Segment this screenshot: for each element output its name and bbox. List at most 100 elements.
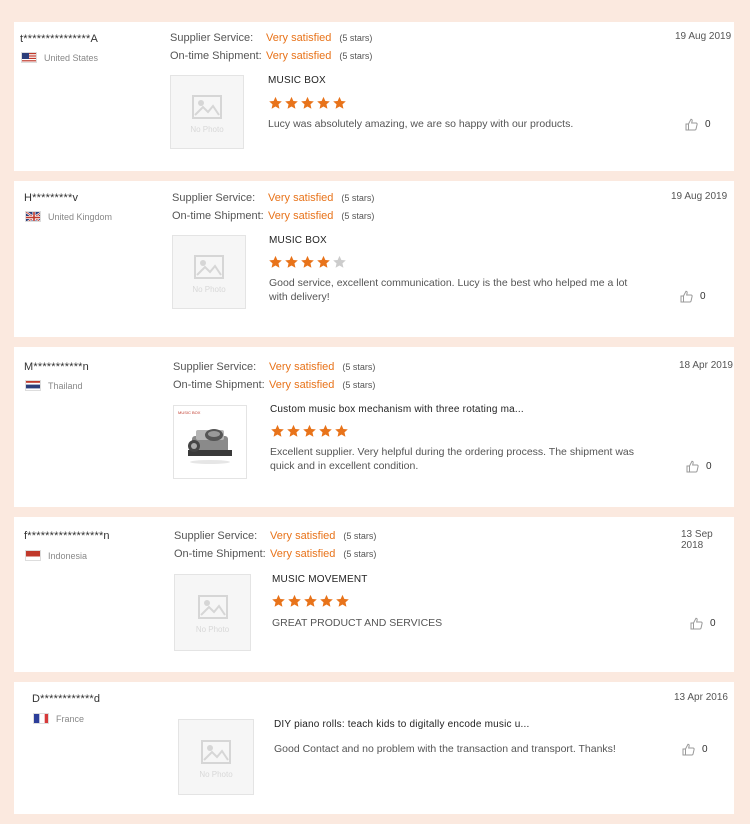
star-filled-icon [271, 424, 284, 437]
product-title[interactable]: MUSIC BOX [268, 75, 326, 86]
image-placeholder-icon [197, 595, 228, 619]
shipment-row: On-time Shipment: Very satisfied (5 star… [172, 210, 374, 222]
review-card: D************d France 13 Apr 2016 No Pho… [14, 682, 734, 814]
thumbs-up-icon [685, 118, 698, 131]
reviewer-country: United Kingdom [25, 211, 112, 222]
reviewer-country: Indonesia [25, 550, 87, 561]
country-label: United Kingdom [48, 211, 113, 222]
star-filled-icon [320, 594, 333, 607]
reviewer-name: M***********n [24, 361, 89, 373]
star-rating [268, 96, 348, 110]
comment-line: Good Contact and no problem with the tra… [274, 743, 616, 755]
supplier-service-label: Supplier Service: [170, 32, 254, 44]
supplier-service-row: Supplier Service: Very satisfied (5 star… [173, 361, 375, 373]
like-count: 0 [702, 744, 708, 755]
review-comment: Lucy was absolutely amazing, we are so h… [268, 117, 658, 131]
svg-text:MUSIC BOX: MUSIC BOX [178, 410, 201, 415]
product-title[interactable]: Custom music box mechanism with three ro… [270, 404, 524, 415]
supplier-service-label: Supplier Service: [174, 530, 258, 542]
reviewer-name: D************d [32, 693, 101, 705]
star-filled-icon [333, 96, 346, 109]
star-filled-icon [269, 255, 282, 268]
us-flag-icon [21, 52, 37, 63]
uk-flag-icon [25, 211, 41, 222]
reviewer-country: France [33, 713, 84, 724]
review-date: 19 Aug 2019 [671, 191, 728, 202]
like-count: 0 [706, 461, 712, 472]
review-comment: Good service, excellent communication. L… [269, 276, 659, 304]
product-title[interactable]: MUSIC MOVEMENT [272, 574, 368, 585]
supplier-service-row: Supplier Service: Very satisfied (5 star… [172, 192, 374, 204]
no-photo-label: No Photo [195, 625, 230, 634]
no-photo-label: No Photo [190, 124, 224, 134]
supplier-service-stars: (5 stars) [341, 193, 375, 203]
review-comment: GREAT PRODUCT AND SERVICES [272, 616, 662, 630]
country-label: Thailand [48, 380, 83, 391]
review-date: 19 Aug 2019 [675, 31, 732, 42]
reviewer-country: Thailand [25, 380, 83, 391]
supplier-service-value: Very satisfied [268, 192, 334, 204]
like-count: 0 [705, 119, 711, 130]
thumbs-up-icon [690, 617, 703, 630]
review-date: 13 Apr 2016 [674, 692, 728, 703]
review-card: H*********v United Kingdom Supplier Serv… [14, 181, 734, 337]
supplier-service-stars: (5 stars) [342, 362, 376, 372]
shipment-row: On-time Shipment: Very satisfied (5 star… [173, 379, 375, 391]
supplier-service-row: Supplier Service: Very satisfied (5 star… [174, 530, 376, 542]
like-button[interactable]: 0 [690, 617, 716, 630]
product-thumbnail[interactable]: No Photo [178, 719, 254, 795]
product-thumbnail[interactable]: No Photo [174, 574, 251, 651]
product-thumbnail[interactable]: MUSIC BOX [173, 405, 247, 479]
review-date: 13 Sep 2018 [681, 529, 713, 551]
like-button[interactable]: 0 [686, 460, 712, 473]
reviewer-name: f*****************n [24, 530, 110, 542]
supplier-service-label: Supplier Service: [172, 192, 256, 204]
product-thumbnail[interactable]: No Photo [170, 75, 244, 149]
review-card: t***************A United States Supplier… [14, 22, 734, 171]
shipment-label: On-time Shipment: [172, 210, 264, 222]
country-label: United States [44, 52, 99, 63]
comment-line: quick and in excellent condition. [270, 460, 419, 472]
shipment-label: On-time Shipment: [174, 548, 266, 560]
product-thumbnail[interactable]: No Photo [172, 235, 246, 309]
review-card: M***********n Thailand Supplier Service:… [14, 347, 734, 507]
star-filled-icon [303, 424, 316, 437]
product-title[interactable]: DIY piano rolls: teach kids to digitally… [274, 719, 529, 730]
star-rating [268, 255, 348, 269]
star-filled-icon [287, 424, 300, 437]
star-empty-icon [333, 255, 346, 268]
comment-line: with delivery! [269, 291, 330, 303]
shipment-stars: (5 stars) [343, 549, 377, 559]
image-placeholder-icon [192, 94, 222, 119]
star-filled-icon [288, 594, 301, 607]
comment-line: GREAT PRODUCT AND SERVICES [272, 617, 443, 629]
shipment-value: Very satisfied [269, 379, 335, 391]
shipment-label: On-time Shipment: [170, 50, 262, 62]
like-button[interactable]: 0 [680, 290, 706, 303]
like-count: 0 [700, 291, 706, 302]
star-filled-icon [317, 255, 330, 268]
product-title[interactable]: MUSIC BOX [269, 235, 327, 246]
shipment-value: Very satisfied [268, 210, 334, 222]
review-card: f*****************n Indonesia Supplier S… [14, 517, 734, 672]
country-label: Indonesia [48, 550, 88, 561]
star-filled-icon [319, 424, 332, 437]
no-photo-label: No Photo [192, 284, 226, 294]
like-button[interactable]: 0 [685, 118, 711, 131]
shipment-stars: (5 stars) [339, 51, 373, 61]
star-filled-icon [285, 255, 298, 268]
star-rating [270, 424, 350, 438]
supplier-service-stars: (5 stars) [343, 531, 377, 541]
star-filled-icon [272, 594, 285, 607]
shipment-row: On-time Shipment: Very satisfied (5 star… [170, 50, 372, 62]
country-label: France [56, 713, 85, 724]
like-button[interactable]: 0 [682, 743, 708, 756]
reviewer-name: H*********v [24, 192, 79, 204]
supplier-service-label: Supplier Service: [173, 361, 257, 373]
image-placeholder-icon [201, 739, 231, 764]
france-flag-icon [33, 713, 49, 724]
like-count: 0 [710, 618, 716, 629]
shipment-stars: (5 stars) [342, 380, 376, 390]
thumbs-up-icon [680, 290, 693, 303]
supplier-service-value: Very satisfied [266, 32, 332, 44]
